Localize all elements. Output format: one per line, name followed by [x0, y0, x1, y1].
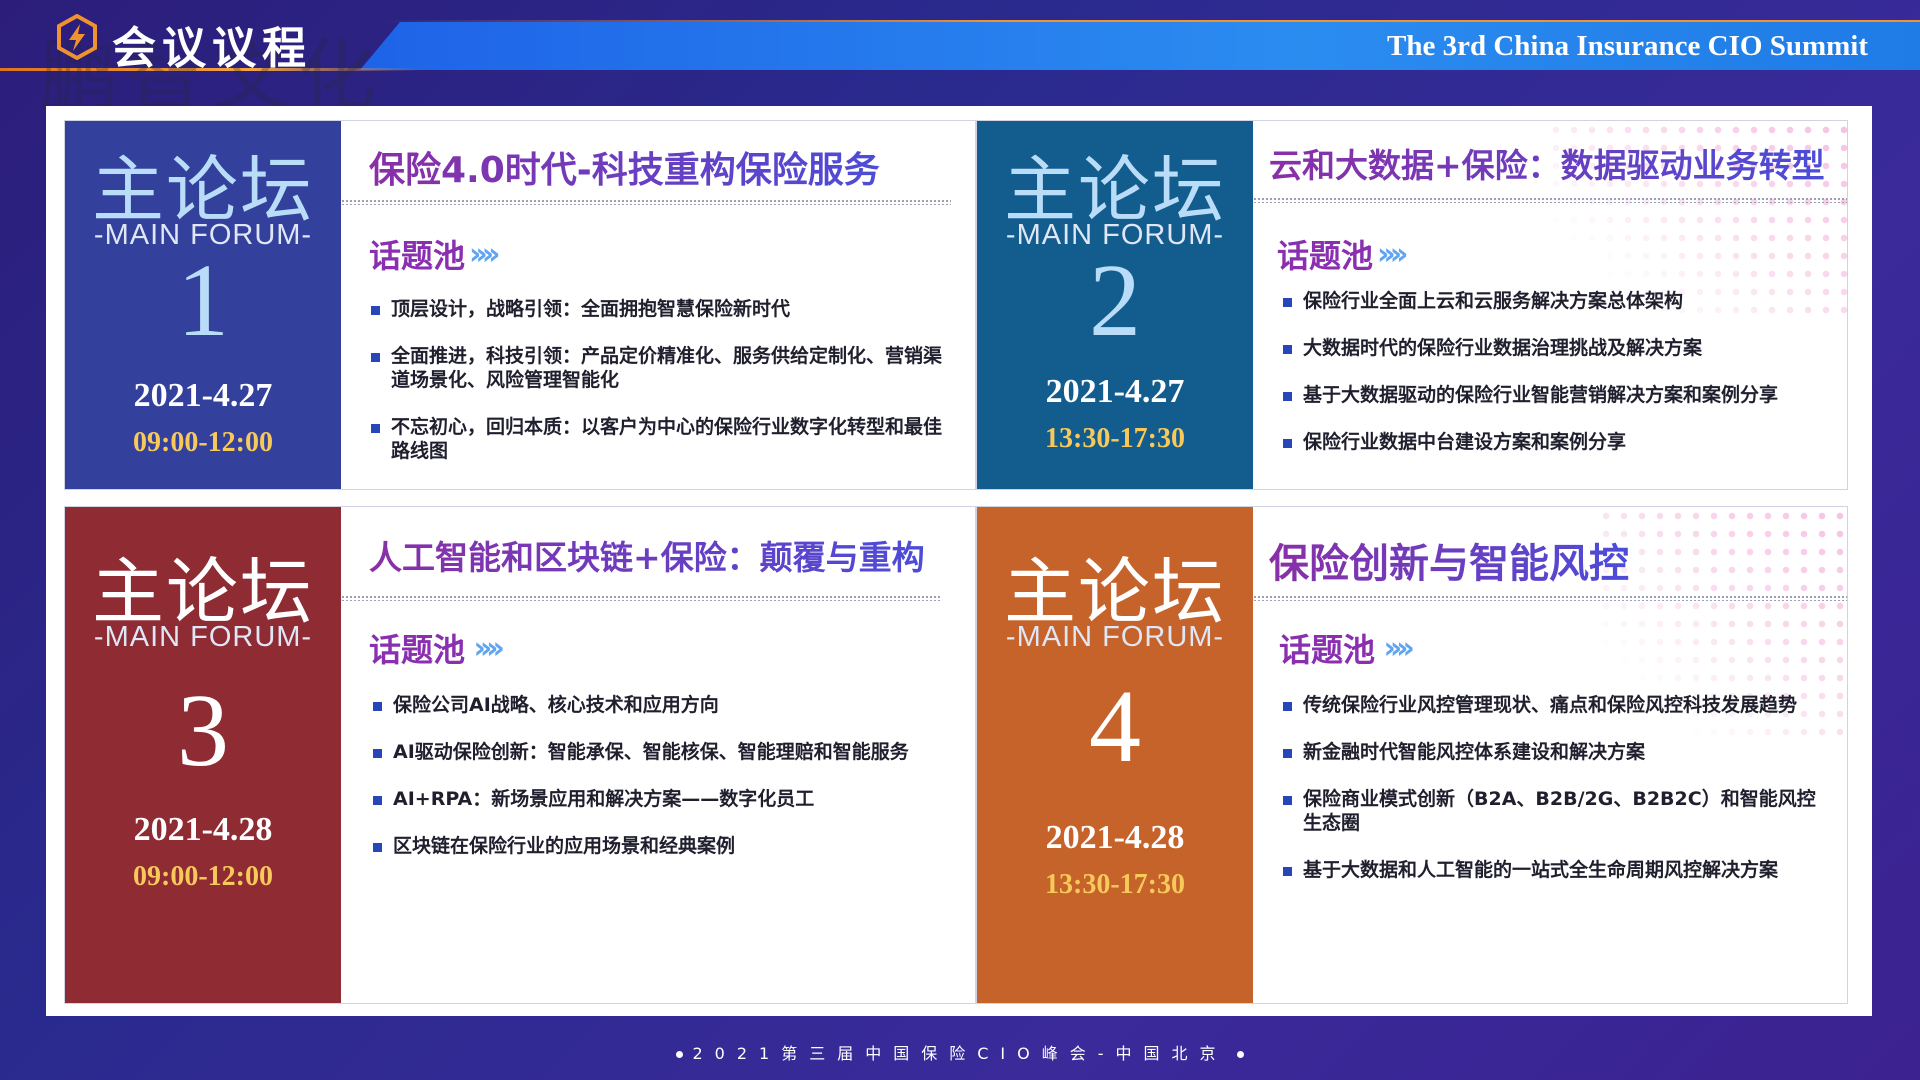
forum-number: 4 [1089, 669, 1141, 784]
topic-pool-heading: 话题池 ›››› [369, 625, 505, 671]
topic-list: 保险行业全面上云和云服务解决方案总体架构 大数据时代的保险行业数据治理挑战及解决… [1283, 289, 1827, 477]
forum-content-3: 人工智能和区块链+保险：颠覆与重构 话题池 ›››› 保险公司AI战略、核心技术… [341, 507, 975, 1003]
list-item: AI驱动保险创新：智能承保、智能核保、智能理赔和智能服务 [373, 740, 955, 764]
forum-date: 2021-4.27 [133, 377, 273, 414]
forum-number: 1 [177, 243, 229, 358]
list-item: 全面推进，科技引领：产品定价精准化、服务供给定制化、营销渠道场景化、风险管理智能… [371, 344, 955, 392]
bullet-icon [1283, 298, 1292, 307]
topic-pool-heading: 话题池 ›››› [1277, 231, 1409, 277]
agenda-card: 主论坛 -MAIN FORUM- 1 2021-4.27 09:00-12:00… [46, 106, 1872, 1016]
bullet-icon [371, 353, 380, 362]
forum-time: 09:00-12:00 [133, 427, 273, 458]
footer-dot-left [675, 1051, 683, 1058]
topic-pool-heading: 话题池 ›››› [369, 231, 501, 277]
bullet-icon [373, 749, 382, 758]
bullet-icon [371, 306, 380, 315]
forum-content-2: 云和大数据+保险：数据驱动业务转型 话题池 ›››› 保险行业全面上云和云服务解… [1253, 121, 1847, 489]
list-item: 大数据时代的保险行业数据治理挑战及解决方案 [1283, 336, 1827, 360]
list-item: 新金融时代智能风控体系建设和解决方案 [1283, 740, 1827, 764]
topic-pool-label: 话题池 [369, 237, 466, 275]
bullet-icon [371, 424, 380, 433]
forum-label-en: -MAIN FORUM- [1005, 621, 1225, 653]
topic-pool-label: 话题池 [369, 631, 466, 669]
bullet-icon [1283, 439, 1292, 448]
forum-date: 2021-4.27 [1045, 373, 1185, 410]
forum-time: 13:30-17:30 [1045, 869, 1185, 900]
forum-time: 09:00-12:00 [133, 861, 273, 892]
bullet-icon [373, 702, 382, 711]
dotted-divider [341, 595, 941, 601]
agenda-title: 会议议程 [112, 23, 312, 74]
forum-number: 2 [1089, 243, 1141, 358]
forum-content-1: 保险4.0时代-科技重构保险服务 话题池 ›››› 顶层设计，战略引领：全面拥抱… [341, 121, 975, 489]
chevrons-icon: ›››› [1379, 630, 1414, 666]
bullet-icon [1283, 702, 1292, 711]
bullet-icon [1283, 867, 1292, 876]
list-item: 顶层设计，战略引领：全面拥抱智慧保险新时代 [371, 297, 955, 321]
forum-badge-4: 主论坛 -MAIN FORUM- 4 2021-4.28 13:30-17:30 [977, 507, 1253, 1003]
forum-badge-3: 主论坛 -MAIN FORUM- 3 2021-4.28 09:00-12:00 [65, 507, 341, 1003]
topic-list: 保险公司AI战略、核心技术和应用方向 AI驱动保险创新：智能承保、智能核保、智能… [373, 693, 955, 881]
list-item: 传统保险行业风控管理现状、痛点和保险风控科技发展趋势 [1283, 693, 1827, 717]
topic-pool-label: 话题池 [1279, 631, 1376, 669]
list-item: 保险行业全面上云和云服务解决方案总体架构 [1283, 289, 1827, 313]
forum-badge-2: 主论坛 -MAIN FORUM- 2 2021-4.27 13:30-17:30 [977, 121, 1253, 489]
bullet-icon [373, 796, 382, 805]
list-item: 保险行业数据中台建设方案和案例分享 [1283, 430, 1827, 454]
header: 鹏智文化 会议议程 The 3rd China Insurance CIO Su… [0, 0, 1920, 122]
session-title: 云和大数据+保险：数据驱动业务转型 [1269, 139, 1825, 187]
shield-bolt-icon [57, 14, 97, 60]
topic-pool-heading: 话题池 ›››› [1279, 625, 1415, 671]
forum-date: 2021-4.28 [1045, 819, 1185, 856]
forum-time: 13:30-17:30 [1045, 423, 1185, 454]
list-item: 保险公司AI战略、核心技术和应用方向 [373, 693, 955, 717]
forum-panel-4: 主论坛 -MAIN FORUM- 4 2021-4.28 13:30-17:30… [976, 506, 1848, 1004]
bullet-icon [373, 843, 382, 852]
footer-text: 2021第三届中国保险CIO峰会-中国北京 [692, 1044, 1228, 1063]
bullet-icon [1283, 796, 1292, 805]
footer-dot-right [1237, 1051, 1245, 1058]
bullet-icon [1283, 345, 1292, 354]
forum-date: 2021-4.28 [133, 811, 273, 848]
forum-badge-1: 主论坛 -MAIN FORUM- 1 2021-4.27 09:00-12:00 [65, 121, 341, 489]
forum-label-en: -MAIN FORUM- [93, 621, 313, 653]
topic-list: 传统保险行业风控管理现状、痛点和保险风控科技发展趋势 新金融时代智能风控体系建设… [1283, 693, 1827, 905]
list-item: 区块链在保险行业的应用场景和经典案例 [373, 834, 955, 858]
summit-title: The 3rd China Insurance CIO Summit [1387, 30, 1868, 62]
forum-panel-2: 主论坛 -MAIN FORUM- 2 2021-4.27 13:30-17:30… [976, 120, 1848, 490]
dotted-divider [341, 199, 951, 205]
list-item: 保险商业模式创新（B2A、B2B/2G、B2B2C）和智能风控生态圈 [1283, 787, 1827, 835]
list-item: 不忘初心，回归本质：以客户为中心的保险行业数字化转型和最佳路线图 [371, 415, 955, 463]
dotted-divider [1253, 595, 1847, 601]
topic-list: 顶层设计，战略引领：全面拥抱智慧保险新时代 全面推进，科技引领：产品定价精准化、… [371, 297, 955, 486]
session-title: 人工智能和区块链+保险：颠覆与重构 [369, 531, 925, 579]
list-item: AI+RPA：新场景应用和解决方案——数字化员工 [373, 787, 955, 811]
session-title: 保险创新与智能风控 [1269, 531, 1629, 589]
chevrons-icon: ›››› [469, 236, 501, 272]
footer: 2021第三届中国保险CIO峰会-中国北京 [0, 1040, 1920, 1070]
forum-number: 3 [177, 673, 229, 788]
chevrons-icon: ›››› [469, 630, 504, 666]
list-item: 基于大数据和人工智能的一站式全生命周期风控解决方案 [1283, 858, 1827, 882]
dotted-divider [1253, 197, 1847, 203]
bullet-icon [1283, 749, 1292, 758]
forum-content-4: 保险创新与智能风控 话题池 ›››› 传统保险行业风控管理现状、痛点和保险风控科… [1253, 507, 1847, 1003]
forum-panel-1: 主论坛 -MAIN FORUM- 1 2021-4.27 09:00-12:00… [64, 120, 976, 490]
forum-panel-3: 主论坛 -MAIN FORUM- 3 2021-4.28 09:00-12:00… [64, 506, 976, 1004]
session-title: 保险4.0时代-科技重构保险服务 [369, 141, 880, 193]
bullet-icon [1283, 392, 1292, 401]
topic-pool-label: 话题池 [1277, 237, 1374, 275]
list-item: 基于大数据驱动的保险行业智能营销解决方案和案例分享 [1283, 383, 1827, 407]
chevrons-icon: ›››› [1377, 236, 1409, 272]
